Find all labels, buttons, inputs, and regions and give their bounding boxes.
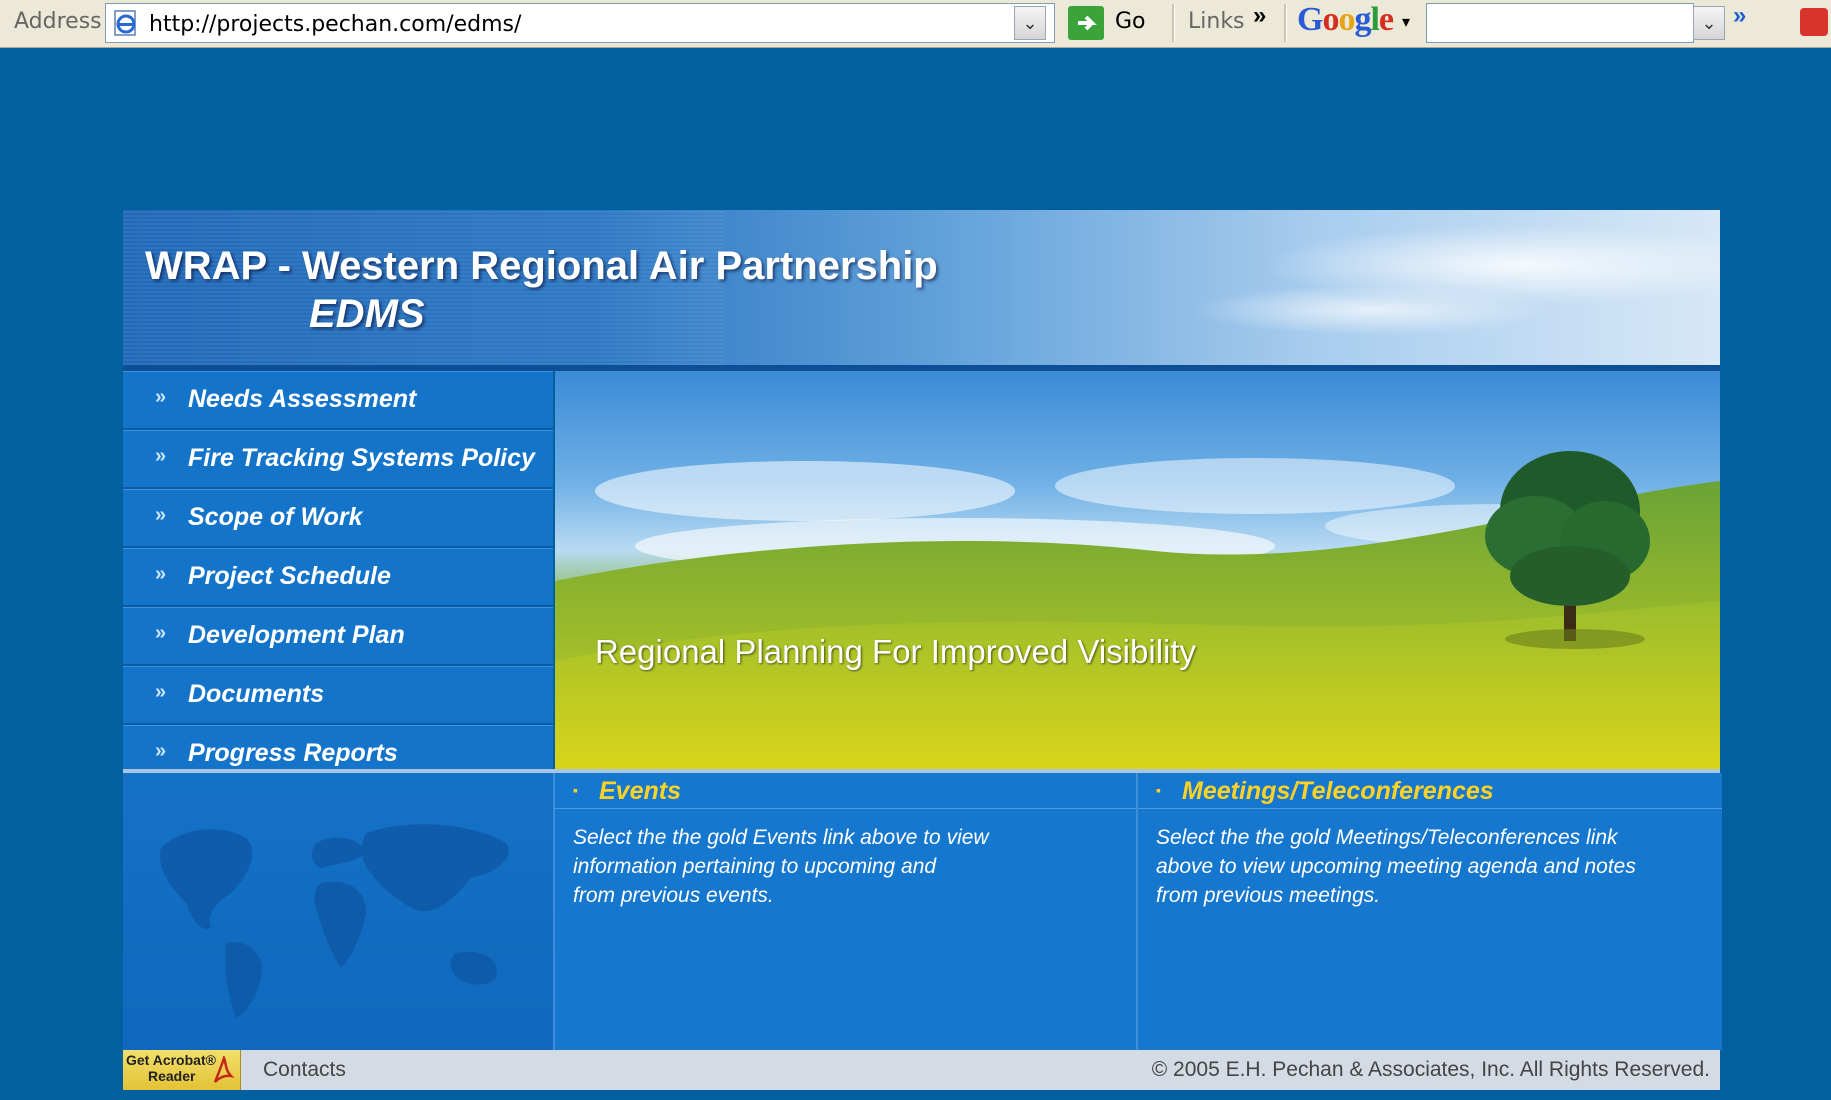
chevron-down-icon: ⌄ bbox=[1701, 13, 1717, 33]
double-chevron-icon: » bbox=[155, 504, 167, 526]
links-chevron-icon[interactable]: » bbox=[1253, 2, 1266, 30]
more-tools-chevron-icon[interactable]: » bbox=[1733, 2, 1746, 30]
address-dropdown-button[interactable]: ⌄ bbox=[1014, 6, 1046, 40]
acrobat-badge-line: Reader bbox=[148, 1068, 196, 1084]
site-subtitle: EDMS bbox=[309, 292, 425, 336]
ie-page-icon bbox=[114, 10, 136, 36]
go-arrow-icon bbox=[1078, 15, 1097, 31]
nav-item-label[interactable]: Progress Reports bbox=[188, 739, 398, 768]
nav-item-label[interactable]: Documents bbox=[188, 680, 324, 709]
bullet-icon: ▪ bbox=[573, 782, 578, 798]
meetings-text-line: Select the the gold Meetings/Teleconfere… bbox=[1156, 826, 1618, 849]
hero-landscape-image: Regional Planning For Improved Visibilit… bbox=[555, 371, 1720, 769]
page-container: WRAP - Western Regional Air Partnership … bbox=[123, 210, 1722, 1090]
google-toolbar-logo[interactable]: Google bbox=[1297, 1, 1394, 39]
double-chevron-icon: » bbox=[155, 681, 167, 703]
hero-caption: Regional Planning For Improved Visibilit… bbox=[595, 633, 1197, 670]
chevron-down-icon: ⌄ bbox=[1022, 13, 1038, 33]
events-panel-header: ▪ Events bbox=[555, 773, 1138, 809]
meetings-panel-header: ▪ Meetings/Teleconferences bbox=[1138, 773, 1722, 809]
nav-item-label[interactable]: Scope of Work bbox=[188, 503, 363, 532]
events-description: Select the the gold Events link above to… bbox=[573, 823, 989, 910]
toolbar-separator bbox=[1284, 4, 1287, 42]
world-map-panel bbox=[123, 773, 553, 1050]
site-title: WRAP - Western Regional Air Partnership bbox=[145, 244, 938, 288]
events-text-line: Select the the gold Events link above to… bbox=[573, 826, 989, 849]
events-link[interactable]: Events bbox=[599, 777, 681, 806]
google-menu-caret-icon[interactable]: ▾ bbox=[1402, 12, 1410, 32]
links-label[interactable]: Links bbox=[1188, 9, 1245, 34]
address-label: Address bbox=[14, 9, 102, 34]
nav-item-documents[interactable]: » Documents bbox=[123, 666, 553, 725]
acrobat-badge-line: Get Acrobat® bbox=[126, 1052, 216, 1068]
contacts-link[interactable]: Contacts bbox=[263, 1058, 346, 1082]
copyright-text: © 2005 E.H. Pechan & Associates, Inc. Al… bbox=[1151, 1058, 1710, 1081]
nav-item-label[interactable]: Needs Assessment bbox=[188, 385, 416, 414]
landscape-illustration bbox=[555, 451, 1720, 769]
events-text-line: information pertaining to upcoming and bbox=[573, 855, 937, 878]
double-chevron-icon: » bbox=[155, 740, 167, 762]
nav-item-scope-of-work[interactable]: » Scope of Work bbox=[123, 489, 553, 548]
site-header-banner: WRAP - Western Regional Air Partnership … bbox=[123, 210, 1720, 365]
nav-item-project-schedule[interactable]: » Project Schedule bbox=[123, 548, 553, 607]
nav-item-development-plan[interactable]: » Development Plan bbox=[123, 607, 553, 666]
search-dropdown-button[interactable]: ⌄ bbox=[1693, 6, 1725, 40]
meetings-link[interactable]: Meetings/Teleconferences bbox=[1182, 777, 1494, 806]
page-footer: Get Acrobat® Reader Contacts © 2005 E.H.… bbox=[123, 1050, 1720, 1090]
double-chevron-icon: » bbox=[155, 386, 167, 408]
double-chevron-icon: » bbox=[155, 563, 167, 585]
nav-item-label[interactable]: Development Plan bbox=[188, 621, 405, 650]
address-url[interactable]: http://projects.pechan.com/edms/ bbox=[149, 12, 521, 37]
meetings-description: Select the the gold Meetings/Teleconfere… bbox=[1156, 823, 1636, 910]
meetings-text-line: above to view upcoming meeting agenda an… bbox=[1156, 855, 1636, 878]
events-text-line: from previous events. bbox=[573, 884, 774, 907]
meetings-panel: ▪ Meetings/Teleconferences Select the th… bbox=[1136, 773, 1722, 1050]
nav-item-label[interactable]: Project Schedule bbox=[188, 562, 391, 591]
address-bar[interactable]: http://projects.pechan.com/edms/ ⌄ bbox=[105, 3, 1055, 43]
toolbar-separator bbox=[1172, 4, 1175, 42]
browser-toolbar: Address http://projects.pechan.com/edms/… bbox=[0, 0, 1831, 48]
acrobat-badge-text: Get Acrobat® Reader bbox=[126, 1052, 216, 1084]
get-acrobat-reader-badge[interactable]: Get Acrobat® Reader bbox=[123, 1050, 241, 1090]
nav-item-fire-tracking-systems-policy[interactable]: » Fire Tracking Systems Policy bbox=[123, 430, 553, 489]
double-chevron-icon: » bbox=[155, 445, 167, 467]
bullet-icon: ▪ bbox=[1156, 782, 1161, 798]
left-navigation: » Needs Assessment » Fire Tracking Syste… bbox=[123, 371, 553, 784]
go-button[interactable] bbox=[1068, 6, 1104, 40]
meetings-text-line: from previous meetings. bbox=[1156, 884, 1381, 907]
acrobat-logo-icon bbox=[213, 1056, 235, 1083]
google-search-input[interactable]: ⌄ bbox=[1426, 3, 1725, 43]
double-chevron-icon: » bbox=[155, 622, 167, 644]
nav-item-needs-assessment[interactable]: » Needs Assessment bbox=[123, 371, 553, 430]
events-panel: ▪ Events Select the the gold Events link… bbox=[553, 773, 1138, 1050]
toolbar-tool-icon[interactable] bbox=[1800, 8, 1828, 36]
go-label[interactable]: Go bbox=[1115, 9, 1146, 34]
nav-item-label[interactable]: Fire Tracking Systems Policy bbox=[188, 444, 535, 473]
world-map-image bbox=[160, 824, 509, 1018]
